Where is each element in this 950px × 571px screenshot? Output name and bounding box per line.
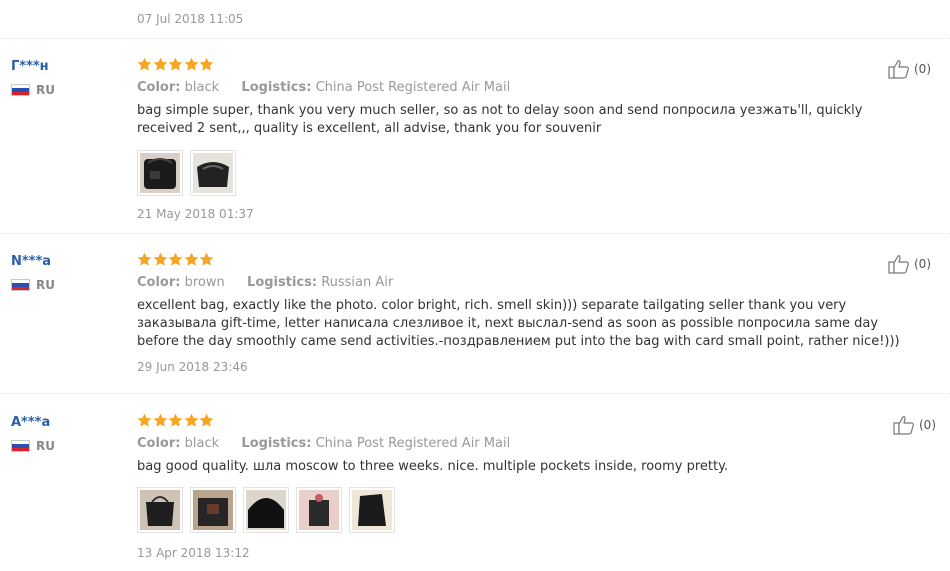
logistics-label: Logistics: <box>241 80 312 95</box>
review-attributes: Color: brown Logistics: Russian Air <box>137 275 393 290</box>
star-icon <box>137 413 152 427</box>
thumbs-up-icon <box>888 60 909 79</box>
divider <box>0 233 950 234</box>
star-icon <box>153 413 167 427</box>
star-icon <box>153 252 167 266</box>
country-code: RU <box>36 83 55 97</box>
star-icon <box>199 252 214 266</box>
logistics-label: Logistics: <box>241 436 312 451</box>
star-icon <box>168 413 183 427</box>
like-button[interactable]: (0) <box>893 415 936 435</box>
logistics-value: Russian Air <box>321 275 394 290</box>
reviewer-name[interactable]: Г***н <box>11 59 49 74</box>
review-photos <box>137 487 402 533</box>
review-text: excellent bag, exactly like the photo. c… <box>137 298 900 349</box>
review-photo[interactable] <box>190 150 236 196</box>
review-date: 13 Apr 2018 13:12 <box>137 546 250 560</box>
star-rating <box>137 413 215 428</box>
reviewer-country: RU <box>11 83 55 97</box>
review-text: bag good quality. шла moscow to three we… <box>137 459 729 474</box>
color-label: Color: <box>137 275 181 290</box>
like-count: (0) <box>914 257 931 271</box>
review-photo[interactable] <box>349 487 395 533</box>
color-value: brown <box>184 275 225 290</box>
color-label: Color: <box>137 80 181 95</box>
star-icon <box>199 413 214 427</box>
star-icon <box>184 413 199 427</box>
review-attributes: Color: black Logistics: China Post Regis… <box>137 80 510 95</box>
star-icon <box>199 57 214 71</box>
review-photo[interactable] <box>137 150 183 196</box>
star-icon <box>153 57 167 71</box>
logistics-label: Logistics: <box>247 275 318 290</box>
review-text: bag simple super, thank you very much se… <box>137 103 863 136</box>
review-photos <box>137 150 243 196</box>
russia-flag-icon <box>11 84 30 96</box>
star-icon <box>137 252 152 266</box>
review-photo[interactable] <box>296 487 342 533</box>
country-code: RU <box>36 278 55 292</box>
color-value: black <box>184 80 220 95</box>
star-icon <box>168 252 183 266</box>
divider <box>0 38 950 39</box>
color-value: black <box>184 436 220 451</box>
country-code: RU <box>36 439 55 453</box>
star-icon <box>184 252 199 266</box>
star-icon <box>137 57 152 71</box>
review-date: 21 May 2018 01:37 <box>137 207 254 221</box>
review-photo[interactable] <box>190 487 236 533</box>
review-date: 07 Jul 2018 11:05 <box>137 12 244 26</box>
like-button[interactable]: (0) <box>888 254 931 274</box>
review-date: 29 Jun 2018 23:46 <box>137 360 248 374</box>
reviewer-country: RU <box>11 278 55 292</box>
reviewer-name[interactable]: A***a <box>11 415 50 430</box>
review-photo[interactable] <box>243 487 289 533</box>
reviewer-country: RU <box>11 439 55 453</box>
thumbs-up-icon <box>893 416 914 435</box>
star-rating <box>137 57 215 72</box>
like-button[interactable]: (0) <box>888 59 931 79</box>
star-rating <box>137 252 215 267</box>
review-attributes: Color: black Logistics: China Post Regis… <box>137 436 510 451</box>
divider <box>0 393 950 394</box>
reviewer-name[interactable]: N***a <box>11 254 51 269</box>
logistics-value: China Post Registered Air Mail <box>315 80 511 95</box>
review-photo[interactable] <box>137 487 183 533</box>
thumbs-up-icon <box>888 255 909 274</box>
color-label: Color: <box>137 436 181 451</box>
russia-flag-icon <box>11 279 30 291</box>
star-icon <box>168 57 183 71</box>
logistics-value: China Post Registered Air Mail <box>315 436 511 451</box>
russia-flag-icon <box>11 440 30 452</box>
star-icon <box>184 57 199 71</box>
like-count: (0) <box>914 62 931 76</box>
like-count: (0) <box>919 418 936 432</box>
